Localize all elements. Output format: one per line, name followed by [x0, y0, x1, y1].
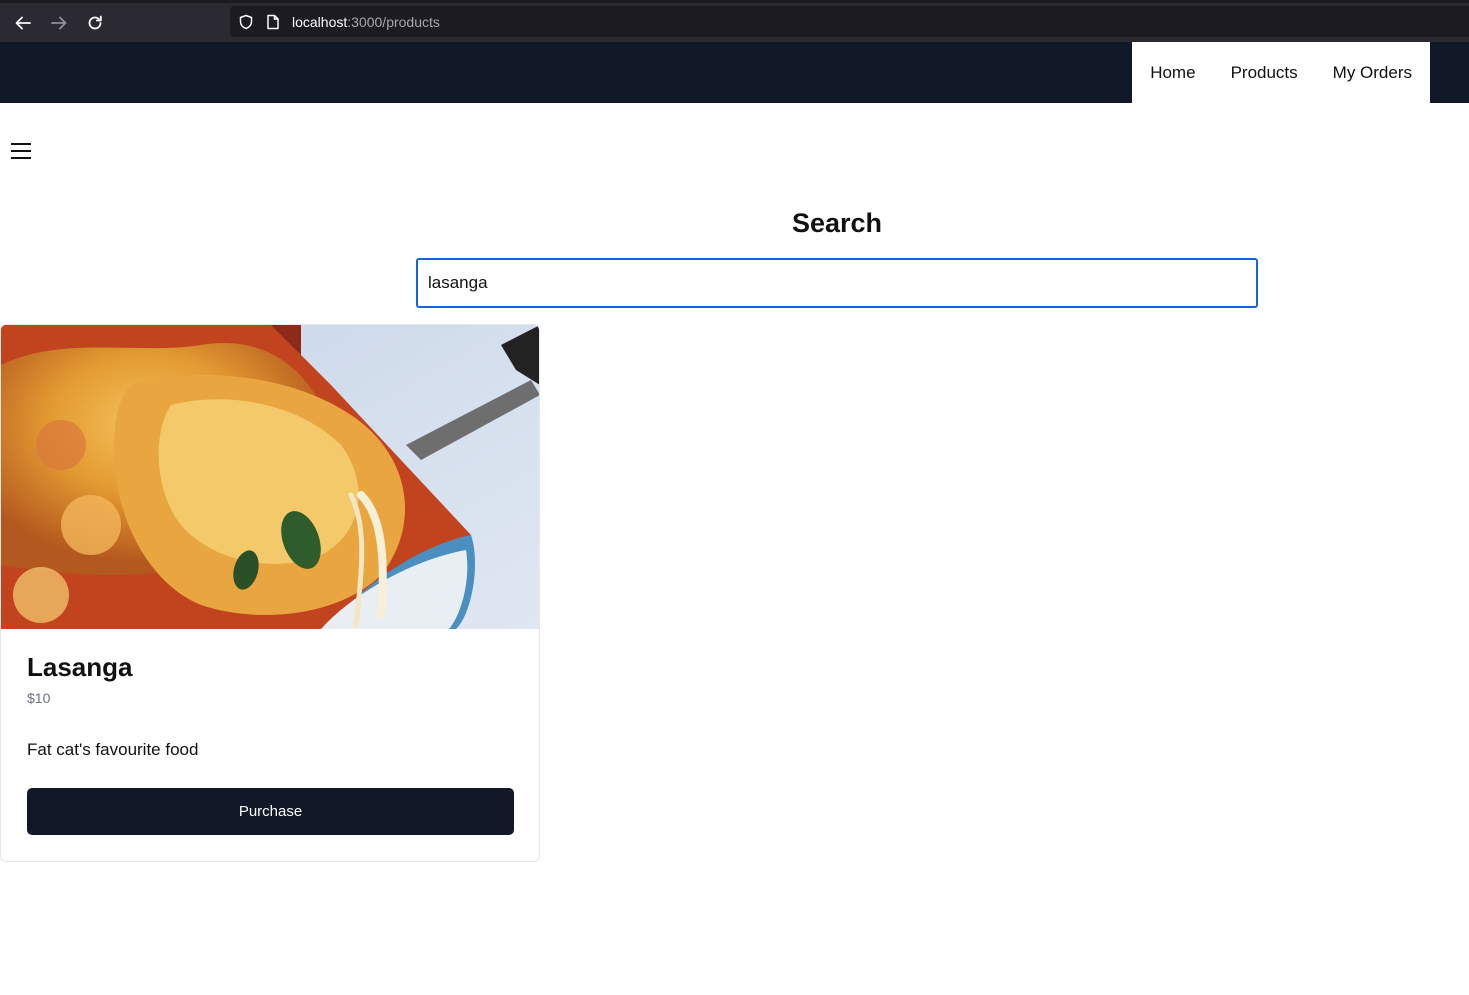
url-path: :3000/products [347, 14, 440, 30]
purchase-button[interactable]: Purchase [27, 788, 514, 835]
shield-icon[interactable] [238, 14, 254, 35]
product-price: $10 [27, 690, 51, 706]
product-title: Lasanga [27, 652, 133, 682]
search-input[interactable] [416, 258, 1258, 308]
url-host: localhost [292, 14, 348, 30]
product-image [1, 325, 539, 629]
browser-toolbar: localhost:3000/products [0, 0, 1469, 42]
product-card: Lasanga $10 Fat cat's favourite food Pur… [0, 324, 540, 862]
app-header: Home Products My Orders [0, 42, 1469, 103]
back-arrow-icon[interactable] [10, 10, 36, 36]
address-bar[interactable]: localhost:3000/products [230, 6, 1469, 37]
search-title: Search [791, 208, 883, 238]
page-icon[interactable] [266, 14, 280, 35]
url-text: localhost:3000/products [292, 14, 440, 30]
forward-arrow-icon[interactable] [46, 10, 72, 36]
top-nav: Home Products My Orders [1132, 42, 1430, 103]
product-description: Fat cat's favourite food [27, 740, 199, 759]
hamburger-menu-icon[interactable] [11, 141, 31, 159]
nav-products-link[interactable]: Products [1231, 63, 1298, 83]
nav-home-link[interactable]: Home [1150, 63, 1195, 83]
nav-my-orders-link[interactable]: My Orders [1333, 63, 1412, 83]
reload-icon[interactable] [82, 10, 108, 36]
